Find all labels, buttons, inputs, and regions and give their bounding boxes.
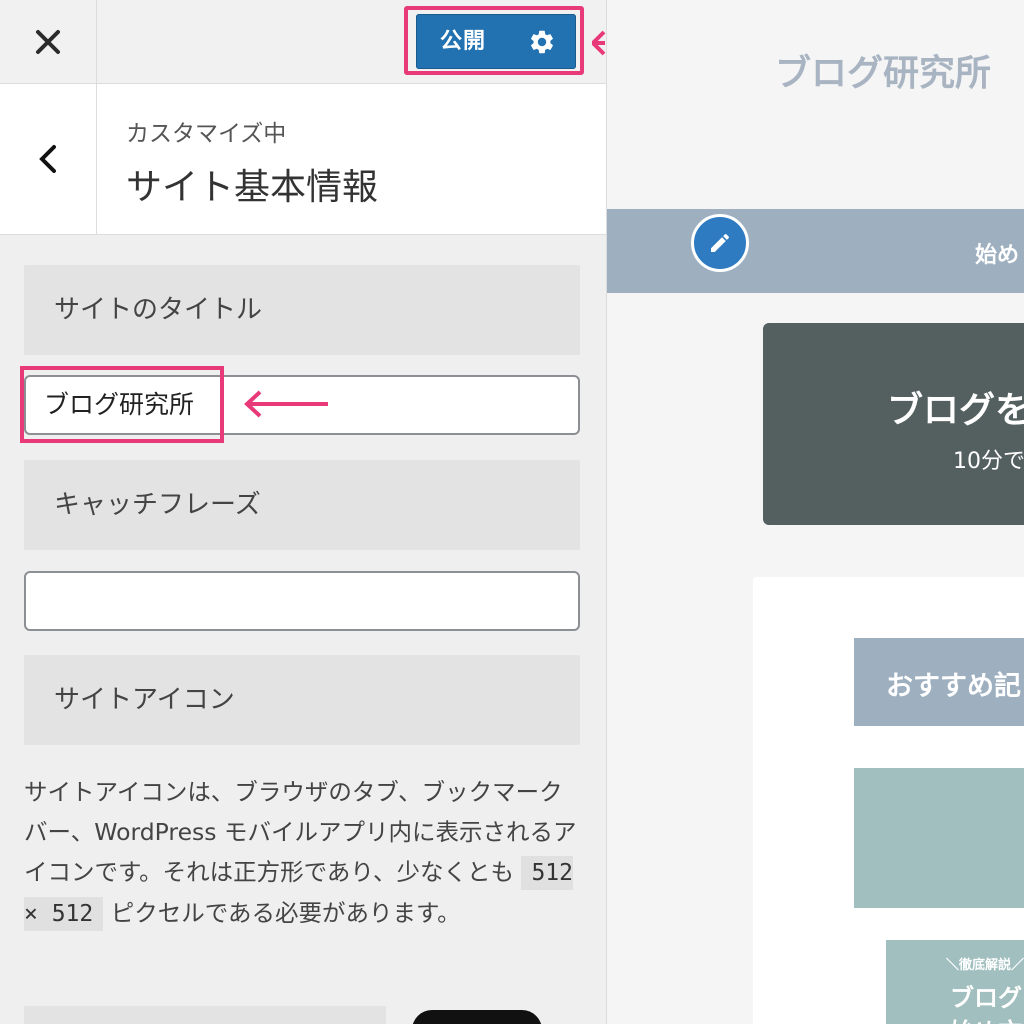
hero-subtitle: 10分で [953, 449, 1024, 474]
post-thumbnail-inner[interactable]: ＼徹底解説／ ブログ 始め方 [886, 940, 1024, 1024]
preview-nav-bar [607, 209, 1024, 293]
preview-nav-item[interactable]: 始め [975, 237, 1019, 269]
close-icon [36, 29, 60, 54]
site-icon-desc-text-2: ピクセルである必要があります。 [103, 899, 461, 927]
site-icon-heading: サイトアイコン [24, 655, 580, 745]
section-title: サイト基本情報 [126, 167, 379, 208]
close-button[interactable] [0, 0, 97, 83]
thumb-title-line2: 始め方 [950, 1012, 1022, 1024]
recommended-header: おすすめ記 [854, 638, 1024, 726]
chevron-left-icon [39, 145, 56, 173]
post-thumbnail[interactable] [854, 768, 1024, 908]
publish-label: 公開 [440, 29, 487, 54]
site-icon-description: サイトアイコンは、ブラウザのタブ、ブックマークバー、WordPress モバイル… [24, 772, 584, 934]
section-header: カスタマイズ中 サイト基本情報 [0, 84, 606, 235]
pencil-icon [711, 233, 730, 252]
site-preview: ブログ研究所 始め ブログを 10分で おすすめ記 ＼徹底解説／ ブログ 始め方 [607, 0, 1024, 1024]
back-button[interactable] [0, 84, 97, 234]
publish-button[interactable]: 公開 [416, 14, 576, 69]
thumb-title: ブログ [950, 984, 1022, 1012]
site-icon-desc-text-1: サイトアイコンは、ブラウザのタブ、ブックマークバー、WordPress モバイル… [24, 778, 577, 886]
recommended-header-text: おすすめ記 [886, 671, 1021, 702]
customizer-topbar: 公開 [0, 0, 606, 84]
tagline-heading: キャッチフレーズ [24, 460, 580, 550]
arrow-left-icon [592, 30, 606, 56]
gear-icon[interactable] [528, 28, 556, 56]
edit-shortcut-button[interactable] [691, 214, 749, 272]
customizer-panel: 公開 カスタマイズ中 サイト基本情報 サイトのタイトル ブログ研究所 キャッチフ… [0, 0, 607, 1024]
tagline-input[interactable] [24, 571, 580, 631]
arrow-left-icon [244, 390, 328, 418]
thumb-tag: ＼徹底解説／ [946, 958, 1024, 973]
preview-site-title[interactable]: ブログ研究所 [775, 44, 991, 96]
site-title-highlight [20, 366, 224, 443]
customizing-label: カスタマイズ中 [126, 121, 287, 147]
site-title-heading: サイトのタイトル [24, 265, 580, 355]
bottom-button[interactable] [412, 1010, 542, 1024]
hero-title: ブログを [887, 390, 1024, 431]
preview-hero: ブログを 10分で [763, 323, 1024, 525]
select-icon-area[interactable] [24, 1006, 386, 1024]
